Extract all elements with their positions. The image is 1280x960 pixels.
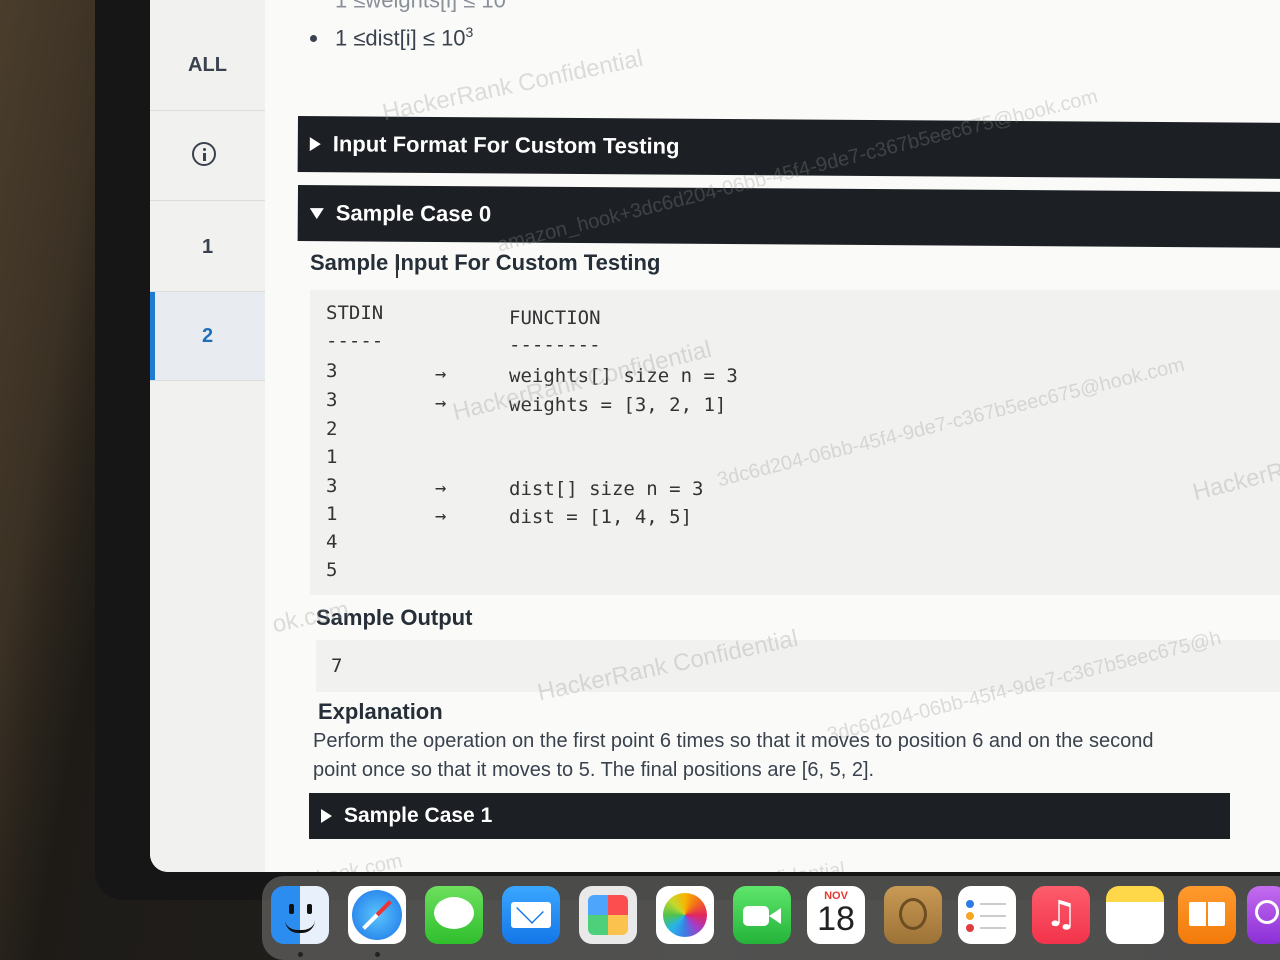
stdin-value: 1 — [326, 503, 338, 525]
function-line: dist[] size n = 3 — [509, 478, 704, 500]
facetime-icon[interactable] — [733, 886, 791, 944]
contacts-icon[interactable] — [884, 886, 942, 944]
watermark: fidential — [775, 858, 846, 872]
sidebar-divider — [150, 380, 265, 381]
text-cursor — [396, 254, 398, 278]
running-indicator — [375, 952, 380, 957]
sidebar-divider — [150, 200, 265, 201]
sidebar-item-question-2[interactable]: 2 — [150, 325, 265, 348]
section-title: Input Format For Custom Testing — [332, 131, 680, 159]
music-icon[interactable]: ♫ — [1032, 886, 1090, 944]
sample-case-1-toggle[interactable]: Sample Case 1 — [309, 793, 1230, 839]
stdin-value: 1 — [326, 446, 338, 468]
stdin-value: 3 — [326, 360, 338, 382]
info-icon[interactable] — [192, 142, 216, 166]
sidebar-item-all[interactable]: ALL — [150, 54, 265, 77]
stdin-header: STDIN — [326, 302, 384, 324]
problem-content: 1 ≤weights[i] ≤ 103 1 ≤dist[i] ≤ 103 Inp… — [265, 0, 1280, 872]
mail-icon[interactable] — [502, 886, 560, 944]
question-sidebar: ALL 1 2 — [150, 0, 266, 872]
sample-output-code — [316, 640, 1280, 692]
explanation-line-2: point once so that it moves to 5. The fi… — [313, 759, 875, 781]
reminders-icon[interactable] — [958, 886, 1016, 944]
arrow-icon: → — [435, 505, 447, 527]
collapse-arrow-icon — [309, 207, 324, 219]
function-line: dist = [1, 4, 5] — [509, 506, 693, 528]
finder-icon[interactable] — [271, 886, 329, 944]
constraint-weights: 1 ≤weights[i] ≤ 103 — [335, 0, 514, 13]
calendar-icon[interactable]: NOV 18 — [807, 886, 865, 944]
running-indicator — [298, 952, 303, 957]
stdin-value: 4 — [326, 531, 338, 553]
sidebar-item-question-1[interactable]: 1 — [150, 236, 265, 259]
sample-input-code — [310, 290, 1280, 595]
stdin-value: 3 — [326, 389, 338, 411]
podcasts-icon[interactable] — [1247, 886, 1280, 944]
explanation-heading: Explanation — [318, 699, 443, 724]
function-line: weights = [3, 2, 1] — [509, 394, 727, 416]
section-title: Sample Case 0 — [335, 200, 492, 227]
sample-output-heading: Sample Output — [316, 605, 473, 630]
arrow-icon: → — [435, 392, 447, 414]
function-rule: -------- — [509, 334, 601, 356]
stdin-value: 5 — [326, 559, 338, 581]
launchpad-icon[interactable] — [579, 886, 637, 944]
stdin-value: 2 — [326, 418, 338, 440]
calendar-day: 18 — [817, 900, 855, 938]
arrow-icon: → — [435, 363, 447, 385]
expand-arrow-icon — [321, 809, 332, 823]
sample-output-value: 7 — [331, 655, 343, 677]
books-icon[interactable] — [1178, 886, 1236, 944]
messages-icon[interactable] — [425, 886, 483, 944]
explanation-line-1: Perform the operation on the first point… — [313, 730, 1154, 752]
safari-icon[interactable] — [348, 886, 406, 944]
input-format-toggle[interactable]: Input Format For Custom Testing — [297, 116, 1280, 179]
sidebar-divider — [150, 110, 265, 111]
constraint-dist: 1 ≤dist[i] ≤ 103 — [335, 24, 474, 51]
stdin-value: 3 — [326, 475, 338, 497]
arrow-icon: → — [435, 477, 447, 499]
expand-arrow-icon — [309, 137, 321, 152]
laptop-screen: ALL 1 2 1 ≤weights[i] ≤ 103 1 ≤dist[i] ≤… — [150, 0, 1280, 872]
section-title: Sample Case 1 — [344, 804, 493, 827]
photos-icon[interactable] — [656, 886, 714, 944]
sample-input-heading: Sample Input For Custom Testing — [310, 250, 661, 275]
watermark: HackerRank Confidential — [380, 44, 646, 127]
notes-icon[interactable] — [1106, 886, 1164, 944]
function-line: weights[] size n = 3 — [509, 365, 738, 387]
watermark: hook.com — [315, 849, 405, 872]
sample-case-0-toggle[interactable]: Sample Case 0 — [297, 185, 1280, 248]
function-header: FUNCTION — [509, 307, 601, 329]
bullet-point — [310, 35, 317, 42]
stdin-rule: ----- — [326, 330, 384, 352]
